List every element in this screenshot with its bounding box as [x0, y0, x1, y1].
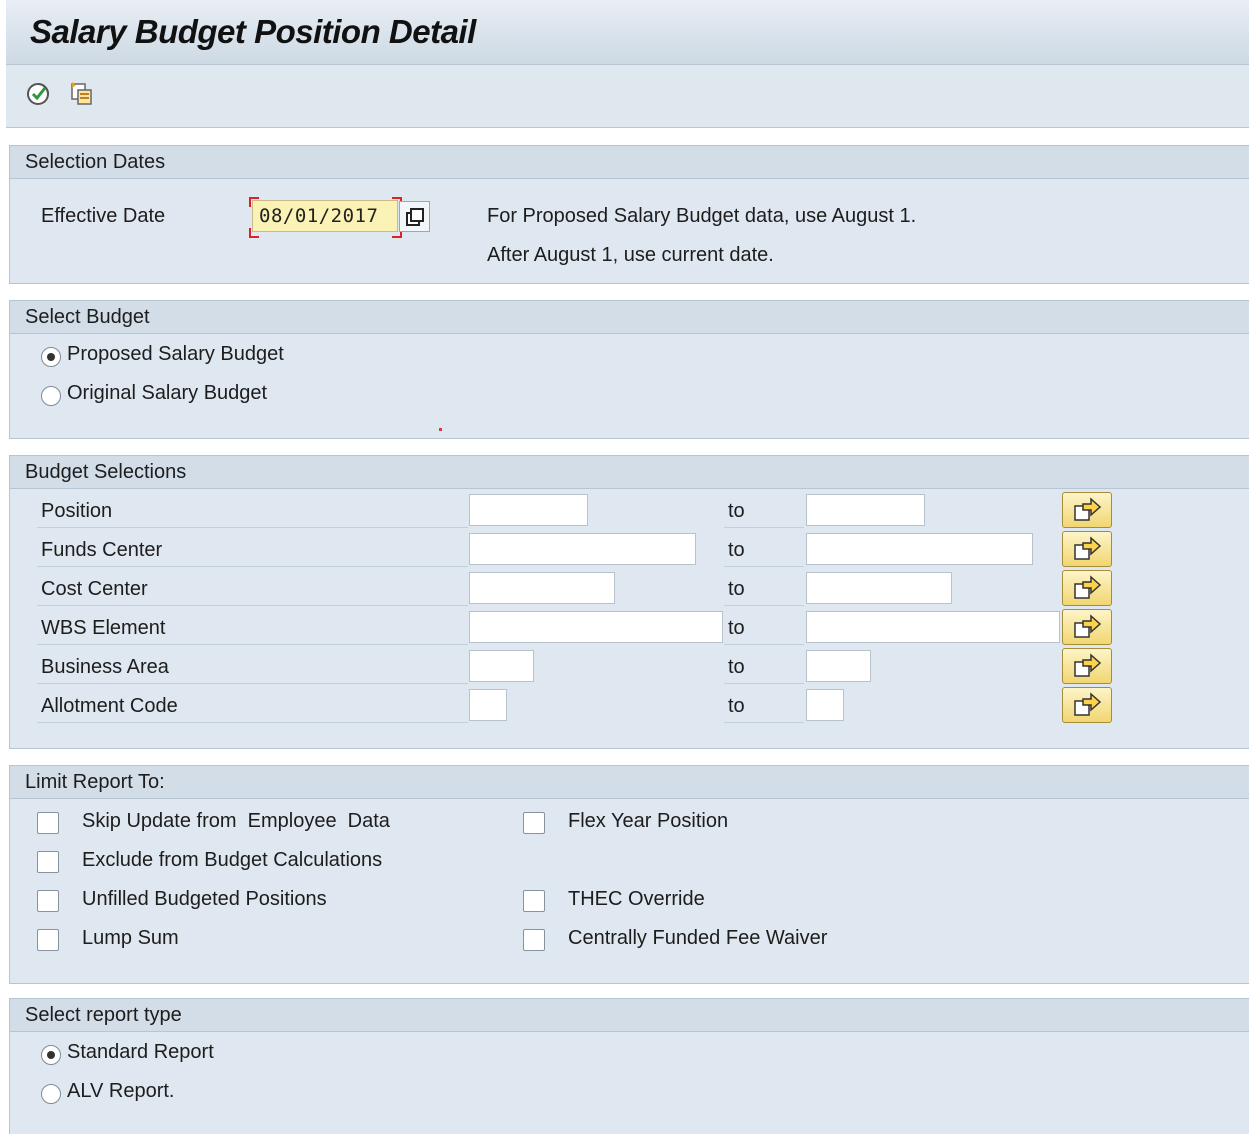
allotment-code-multiple-selection-button[interactable] [1062, 687, 1112, 723]
funds-center-label: Funds Center [41, 539, 163, 561]
radio-proposed-salary-budget[interactable] [41, 347, 61, 367]
checkbox-label: Lump Sum [82, 927, 179, 949]
to-label: to [728, 617, 745, 639]
multiple-selection-icon [1074, 575, 1102, 599]
get-variant-icon[interactable] [68, 80, 96, 108]
checkbox-flex-year-position[interactable] [523, 812, 545, 834]
allotment-code-to-input[interactable] [806, 689, 844, 721]
focus-corner [249, 197, 259, 207]
allotment-code-label: Allotment Code [41, 695, 178, 717]
group-limit-report: Limit Report To: Skip Update from Employ… [9, 765, 1249, 984]
radio-label: Standard Report [67, 1041, 214, 1063]
business-area-multiple-selection-button[interactable] [1062, 648, 1112, 684]
calendar-icon [405, 207, 424, 226]
wbs-element-label: WBS Element [41, 617, 166, 639]
date-picker-button[interactable] [399, 201, 430, 232]
to-label: to [728, 656, 745, 678]
cost-center-label: Cost Center [41, 578, 148, 600]
multiple-selection-icon [1074, 614, 1102, 638]
row-divider [37, 566, 468, 567]
effective-date-label: Effective Date [41, 205, 166, 227]
checkbox-label: Unfilled Budgeted Positions [82, 888, 327, 910]
checkbox-centrally-funded-fee-waiver[interactable] [523, 929, 545, 951]
row-divider [37, 605, 468, 606]
group-title: Select Budget [10, 301, 1249, 334]
checkbox-skip-update[interactable] [37, 812, 59, 834]
to-label: to [728, 500, 745, 522]
business-area-to-input[interactable] [806, 650, 871, 682]
date-note-line-2: After August 1, use current date. [487, 244, 774, 266]
checkbox-label: Centrally Funded Fee Waiver [568, 927, 828, 949]
wbs-element-to-input[interactable] [806, 611, 1060, 643]
row-divider [37, 644, 468, 645]
group-budget-selections: Budget Selections Position to Funds Cent… [9, 455, 1249, 749]
to-label: to [728, 578, 745, 600]
to-label: to [728, 695, 745, 717]
checkbox-thec-override[interactable] [523, 890, 545, 912]
position-to-input[interactable] [806, 494, 925, 526]
row-divider [37, 527, 468, 528]
date-note-line-1: For Proposed Salary Budget data, use Aug… [487, 205, 917, 227]
position-from-input[interactable] [469, 494, 588, 526]
checkbox-lump-sum[interactable] [37, 929, 59, 951]
checkbox-unfilled-positions[interactable] [37, 890, 59, 912]
checkbox-label: Exclude from Budget Calculations [82, 849, 383, 871]
multiple-selection-icon [1074, 653, 1102, 677]
row-divider [724, 527, 804, 528]
row-divider [37, 722, 468, 723]
group-title: Selection Dates [10, 146, 1249, 179]
radio-original-salary-budget[interactable] [41, 386, 61, 406]
allotment-code-from-input[interactable] [469, 689, 507, 721]
execute-icon[interactable] [24, 80, 52, 108]
row-divider [724, 683, 804, 684]
multiple-selection-icon [1074, 497, 1102, 521]
wbs-element-multiple-selection-button[interactable] [1062, 609, 1112, 645]
application-toolbar [6, 65, 1249, 128]
row-divider [724, 644, 804, 645]
row-divider [724, 722, 804, 723]
group-select-budget: Select Budget Proposed Salary Budget Ori… [9, 300, 1249, 439]
funds-center-from-input[interactable] [469, 533, 696, 565]
cost-center-to-input[interactable] [806, 572, 952, 604]
wbs-element-from-input[interactable] [469, 611, 723, 643]
marker-dot [439, 428, 442, 431]
funds-center-multiple-selection-button[interactable] [1062, 531, 1112, 567]
title-bar: Salary Budget Position Detail [6, 0, 1249, 65]
group-report-type: Select report type Standard Report ALV R… [9, 998, 1249, 1134]
radio-label: ALV Report. [67, 1080, 175, 1102]
funds-center-to-input[interactable] [806, 533, 1033, 565]
radio-label: Original Salary Budget [67, 382, 268, 404]
cost-center-from-input[interactable] [469, 572, 615, 604]
checkbox-label: Flex Year Position [568, 810, 729, 832]
cost-center-multiple-selection-button[interactable] [1062, 570, 1112, 606]
group-title: Select report type [10, 999, 1249, 1032]
page-title: Salary Budget Position Detail [30, 13, 476, 50]
checkbox-label: THEC Override [568, 888, 705, 910]
radio-standard-report[interactable] [41, 1045, 61, 1065]
group-title: Limit Report To: [10, 766, 1249, 799]
to-label: to [728, 539, 745, 561]
multiple-selection-icon [1074, 536, 1102, 560]
position-label: Position [41, 500, 113, 522]
row-divider [724, 566, 804, 567]
group-title: Budget Selections [10, 456, 1249, 489]
selection-screen: Selection Dates Effective Date 08/01/201… [0, 128, 1249, 1134]
row-divider [37, 683, 468, 684]
effective-date-input[interactable]: 08/01/2017 [252, 200, 398, 232]
business-area-label: Business Area [41, 656, 169, 678]
row-divider [724, 605, 804, 606]
group-selection-dates: Selection Dates Effective Date 08/01/201… [9, 145, 1249, 284]
position-multiple-selection-button[interactable] [1062, 492, 1112, 528]
radio-label: Proposed Salary Budget [67, 343, 284, 365]
focus-corner [249, 228, 259, 238]
checkbox-label: Skip Update from Employee Data [82, 810, 390, 832]
multiple-selection-icon [1074, 692, 1102, 716]
radio-alv-report[interactable] [41, 1084, 61, 1104]
business-area-from-input[interactable] [469, 650, 534, 682]
checkbox-exclude-budget-calc[interactable] [37, 851, 59, 873]
